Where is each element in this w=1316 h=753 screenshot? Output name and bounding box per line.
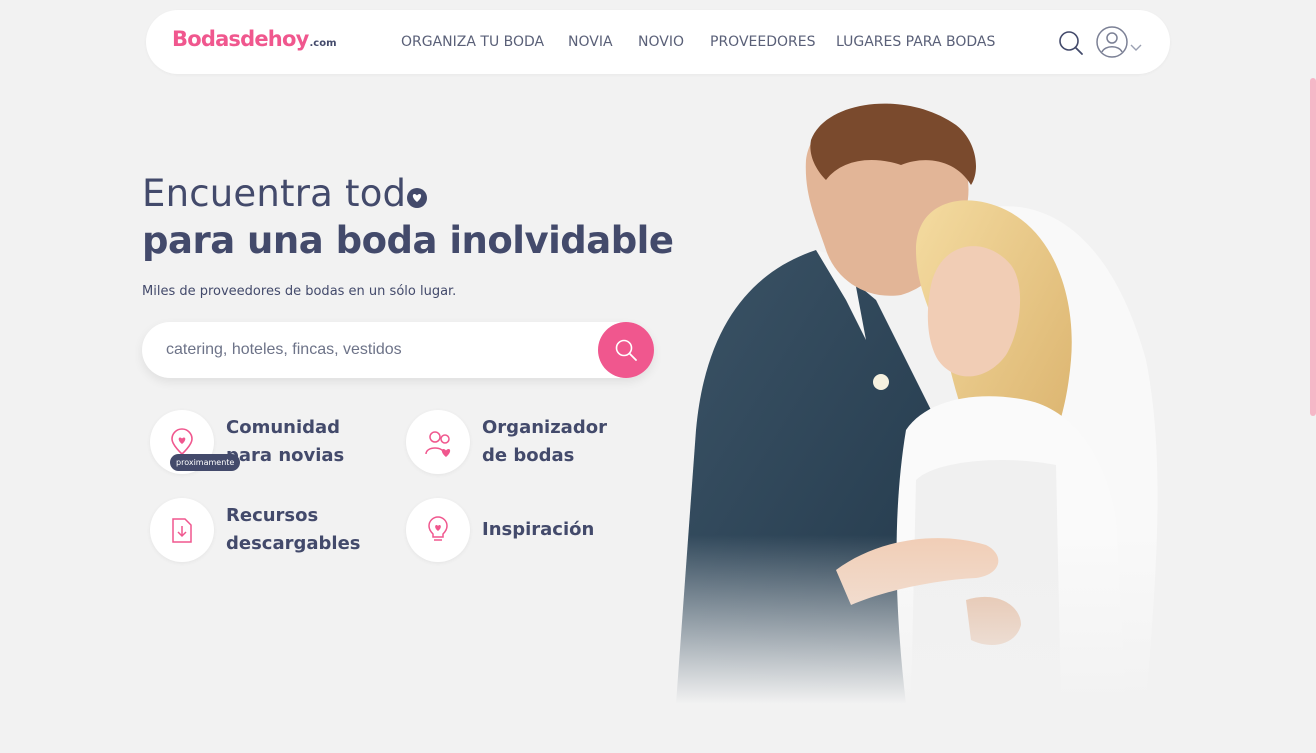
feature-label-line-1: Recursos (226, 505, 319, 526)
heart-lightbulb-icon (428, 516, 448, 541)
search-button[interactable] (598, 322, 654, 378)
nav-item-novia[interactable]: NOVIA (568, 34, 613, 50)
feature-label-line-1: Inspiración (482, 519, 595, 540)
feature-label-line-2: de bodas (482, 445, 575, 466)
user-avatar-icon[interactable] (1095, 25, 1129, 63)
chevron-down-icon[interactable] (1130, 37, 1142, 56)
search-input[interactable] (166, 322, 596, 378)
page-scrollbar[interactable] (1310, 78, 1316, 416)
couple-icon (425, 431, 451, 457)
couple-photo (676, 100, 1176, 704)
hero-title-line-2: para una boda inolvidable (142, 219, 674, 262)
search-bar (142, 322, 654, 378)
feature-label-line-2: para novias (226, 445, 345, 466)
feature-label-line-1: Organizador (482, 417, 607, 438)
logo-main: Bodasdehoy (172, 27, 309, 51)
search-icon[interactable] (1058, 30, 1084, 60)
top-navbar: Bodasdehoy.com ORGANIZA TU BODA NOVIA NO… (146, 10, 1170, 74)
feature-label-line-1: Comunidad (226, 417, 341, 438)
feature-organizador-de-bodas[interactable]: Organizador de bodas (406, 410, 636, 480)
feature-icon-circle (406, 410, 470, 474)
search-icon (615, 339, 637, 361)
nav-item-proveedores[interactable]: PROVEEDORES (710, 34, 815, 50)
logo-suffix: .com (309, 38, 337, 49)
hero-title-text: Encuentra tod (142, 172, 407, 215)
nav-item-organiza-tu-boda[interactable]: ORGANIZA TU BODA (401, 34, 544, 50)
feature-recursos-descargables[interactable]: Recursos descargables (150, 498, 380, 568)
feature-label-line-2: descargables (226, 533, 361, 554)
download-file-icon (172, 518, 192, 543)
site-logo[interactable]: Bodasdehoy.com (172, 27, 337, 51)
nav-item-novio[interactable]: NOVIO (638, 34, 684, 50)
coming-soon-badge: proximamente (170, 454, 241, 471)
feature-icon-circle (150, 498, 214, 562)
hero-title-line-1: Encuentra tod (142, 172, 428, 215)
feature-inspiracion[interactable]: Inspiración (406, 498, 636, 568)
feature-comunidad-para-novias[interactable]: Comunidad para novias proximamente (150, 410, 380, 480)
heart-pin-icon (171, 428, 193, 456)
heart-bubble-icon (407, 188, 428, 208)
feature-icon-circle (406, 498, 470, 562)
nav-item-lugares-para-bodas[interactable]: LUGARES PARA BODAS (836, 34, 995, 50)
hero-subtitle: Miles de proveedores de bodas en un sólo… (142, 284, 457, 299)
